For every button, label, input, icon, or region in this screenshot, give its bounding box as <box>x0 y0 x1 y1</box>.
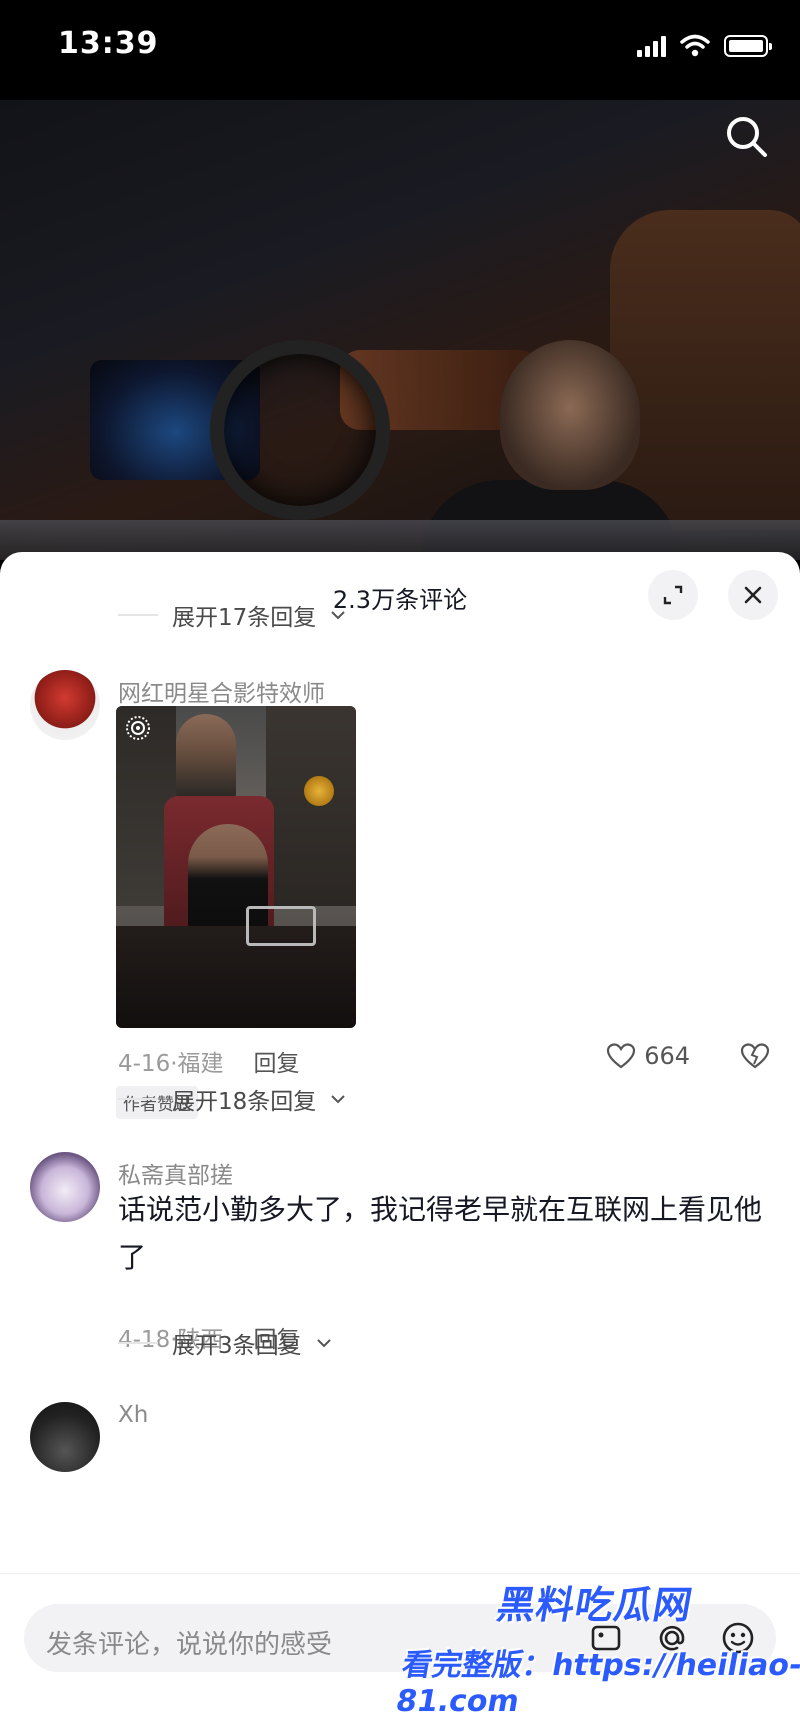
photo-man <box>176 714 236 804</box>
fullscreen-button[interactable] <box>648 570 698 620</box>
dislike-button[interactable] <box>740 1042 770 1074</box>
photo-flowers <box>304 776 334 806</box>
chevron-down-icon <box>331 1095 345 1104</box>
comment-username[interactable]: 私斋真部搓 <box>118 1156 233 1190</box>
signal-icon <box>637 35 666 57</box>
comment-date-location: 4-16·福建 <box>118 1051 224 1077</box>
wifi-icon <box>680 34 710 57</box>
heart-icon <box>607 1043 636 1069</box>
photo-shelf <box>266 706 356 906</box>
expand-replies-button[interactable]: 展开3条回复 <box>118 1326 332 1360</box>
reply-button[interactable]: 回复 <box>254 1044 300 1078</box>
video-frame-seat <box>610 210 800 530</box>
avatar[interactable] <box>30 1152 100 1222</box>
video-frame-steering-wheel <box>210 340 390 520</box>
live-photo-icon <box>126 716 150 740</box>
search-icon <box>727 117 767 157</box>
divider-line <box>118 614 158 616</box>
broken-heart-icon <box>740 1043 770 1069</box>
watermark-url: 看完整版：https://heiliao-81.com <box>393 1648 800 1719</box>
expand-replies-label: 展开3条回复 <box>172 1333 302 1359</box>
chevron-down-icon <box>331 611 345 620</box>
divider-line <box>118 1342 158 1344</box>
expand-replies-button[interactable]: 展开17条回复 <box>118 598 346 632</box>
watermark-title: 黑料吃瓜网 <box>493 1583 697 1627</box>
expand-replies-label: 展开17条回复 <box>172 605 317 631</box>
close-button[interactable] <box>728 570 778 620</box>
expand-replies-label: 展开18条回复 <box>172 1089 317 1115</box>
status-time: 13:39 <box>58 26 159 61</box>
close-icon <box>744 586 762 604</box>
photo-excavator-model <box>246 906 316 946</box>
comment-image[interactable] <box>116 706 356 1028</box>
comment-sheet: 2.3万条评论 展开17条回复 网红明星合影特效师 4-16·福建 回复 664… <box>0 552 800 1733</box>
avatar[interactable] <box>30 670 100 740</box>
comment-username[interactable]: 网红明星合影特效师 <box>118 674 325 708</box>
expand-icon <box>663 585 683 605</box>
photo-desk <box>116 926 356 1028</box>
chevron-down-icon <box>316 1339 331 1348</box>
video-frame-person-head <box>500 340 640 490</box>
like-button[interactable]: 664 <box>606 1042 690 1070</box>
comment-input-placeholder: 发条评论，说说你的感受 <box>46 1630 333 1660</box>
expand-replies-button[interactable]: 展开18条回复 <box>118 1082 346 1116</box>
like-count: 664 <box>644 1042 690 1070</box>
comment-username[interactable]: Xh <box>118 1402 148 1428</box>
comment-text: 话说范小勤多大了，我记得老早就在互联网上看见他了 <box>118 1193 763 1274</box>
divider-line <box>118 1098 158 1100</box>
avatar[interactable] <box>30 1402 100 1472</box>
video-player[interactable] <box>0 100 800 560</box>
search-button[interactable] <box>722 112 772 162</box>
battery-icon <box>724 35 772 57</box>
status-icons <box>637 34 772 58</box>
status-bar: 13:39 <box>0 0 800 100</box>
comment-meta: 4-16·福建 回复 <box>118 1044 300 1078</box>
